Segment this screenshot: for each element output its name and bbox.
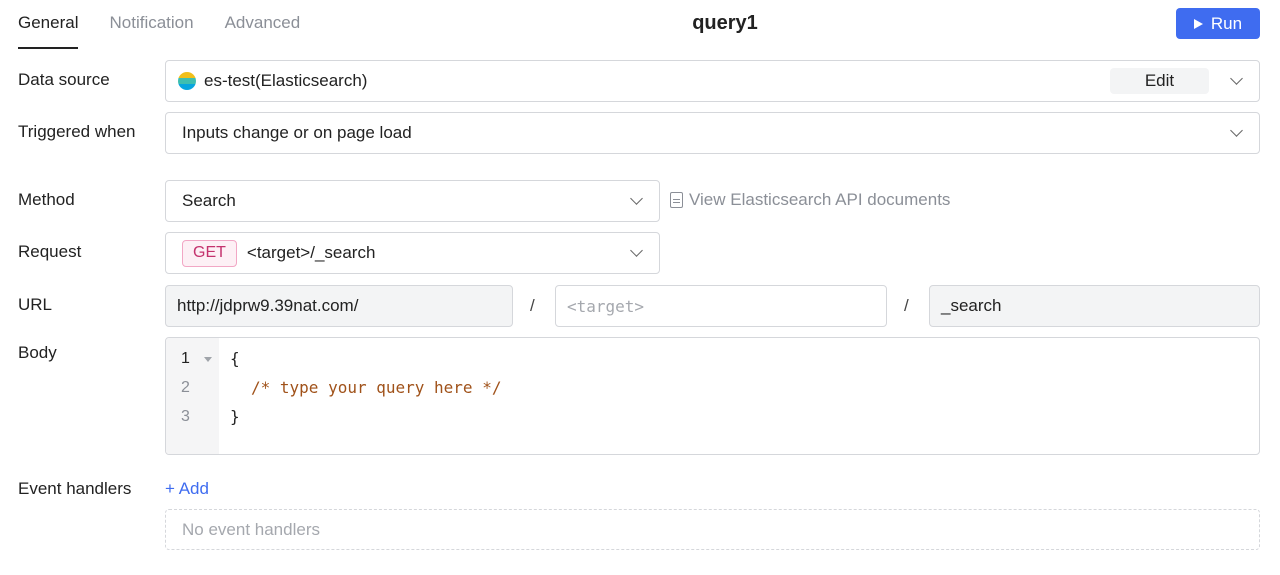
triggered-when-value: Inputs change or on page load bbox=[182, 123, 412, 142]
url-target-input[interactable]: <target> bbox=[555, 285, 887, 327]
request-path: <target>/_search bbox=[246, 243, 376, 262]
play-icon bbox=[1193, 18, 1203, 29]
body-code-editor[interactable]: 1 2 3 { /* type your query here */ } bbox=[165, 337, 1260, 455]
method-select[interactable]: Search bbox=[165, 180, 660, 222]
url-base-field: http://jdprw9.39nat.com/ bbox=[165, 285, 513, 327]
api-docs-link[interactable]: View Elasticsearch API documents bbox=[670, 190, 950, 210]
event-handlers-empty-state: No event handlers bbox=[165, 509, 1260, 550]
request-select[interactable]: GET <target>/_search bbox=[165, 232, 660, 274]
query-title[interactable]: query1 bbox=[692, 12, 758, 34]
run-button[interactable]: Run bbox=[1176, 8, 1260, 39]
method-value: Search bbox=[182, 191, 236, 210]
triggered-when-label: Triggered when bbox=[18, 122, 136, 141]
tab-bar: General Notification Advanced bbox=[18, 0, 331, 50]
tab-notification[interactable]: Notification bbox=[109, 0, 193, 48]
chevron-down-icon bbox=[630, 244, 643, 257]
code-line: } bbox=[230, 407, 240, 426]
url-separator: / bbox=[904, 296, 909, 315]
url-label: URL bbox=[18, 295, 53, 314]
fold-arrow-icon[interactable] bbox=[204, 357, 212, 362]
chevron-down-icon bbox=[1230, 124, 1243, 137]
event-handlers-label: Event handlers bbox=[18, 479, 132, 498]
empty-state-text: No event handlers bbox=[182, 519, 320, 539]
url-separator: / bbox=[530, 296, 535, 315]
data-source-select[interactable]: es-test(Elasticsearch) Edit bbox=[165, 60, 1260, 102]
http-method-badge: GET bbox=[182, 239, 237, 267]
chevron-down-icon bbox=[1230, 72, 1243, 85]
triggered-when-select[interactable]: Inputs change or on page load bbox=[165, 112, 1260, 154]
run-button-label: Run bbox=[1210, 13, 1243, 33]
url-suffix-value: _search bbox=[941, 296, 1002, 315]
tab-general[interactable]: General bbox=[18, 0, 79, 49]
request-label: Request bbox=[18, 242, 82, 261]
editor-code[interactable]: { /* type your query here */ } bbox=[219, 338, 501, 454]
line-number: 2 bbox=[181, 379, 190, 396]
chevron-down-icon bbox=[630, 192, 643, 205]
line-number: 3 bbox=[181, 408, 190, 425]
line-number: 1 bbox=[166, 349, 219, 378]
body-label: Body bbox=[18, 343, 57, 362]
url-suffix-field: _search bbox=[929, 285, 1260, 327]
url-base-value: http://jdprw9.39nat.com/ bbox=[177, 296, 359, 315]
document-icon bbox=[670, 192, 683, 208]
code-comment: /* type your query here */ bbox=[251, 378, 502, 397]
tab-advanced[interactable]: Advanced bbox=[225, 0, 301, 48]
api-docs-link-label: View Elasticsearch API documents bbox=[689, 190, 951, 209]
add-event-handler-button[interactable]: + Add bbox=[165, 479, 209, 499]
edit-data-source-button[interactable]: Edit bbox=[1110, 68, 1209, 94]
method-label: Method bbox=[18, 190, 75, 209]
url-target-placeholder: <target> bbox=[567, 296, 645, 316]
editor-gutter: 1 2 3 bbox=[166, 338, 219, 454]
data-source-label: Data source bbox=[18, 70, 110, 89]
code-line: { bbox=[230, 349, 240, 368]
data-source-value: es-test(Elasticsearch) bbox=[204, 71, 368, 90]
elasticsearch-logo-icon bbox=[178, 72, 196, 90]
